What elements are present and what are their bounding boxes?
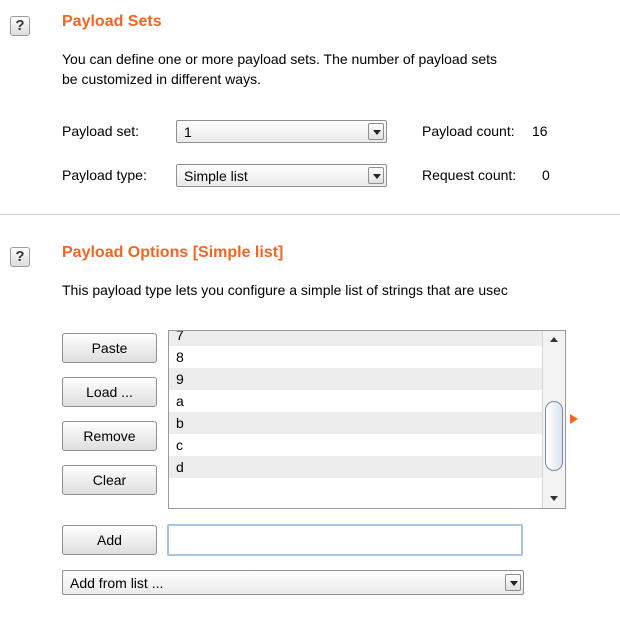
scrollbar-thumb[interactable] bbox=[545, 401, 563, 471]
dropdown-arrow-icon[interactable] bbox=[505, 574, 521, 591]
payload-list[interactable]: 7 8 9 a b c d bbox=[168, 330, 566, 509]
payload-options-description: This payload type lets you configure a s… bbox=[62, 282, 508, 298]
list-item[interactable]: 8 bbox=[169, 346, 542, 368]
payload-sets-description-line2: be customized in different ways. bbox=[62, 71, 261, 87]
payload-set-label: Payload set: bbox=[62, 123, 140, 139]
add-button[interactable]: Add bbox=[62, 525, 157, 555]
scroll-down-icon[interactable] bbox=[546, 492, 562, 506]
list-item[interactable]: a bbox=[169, 390, 542, 412]
list-item[interactable]: 7 bbox=[169, 331, 542, 346]
payload-type-value: Simple list bbox=[184, 168, 248, 184]
list-item[interactable]: b bbox=[169, 412, 542, 434]
payload-sets-title: Payload Sets bbox=[62, 13, 162, 30]
payload-set-value: 1 bbox=[184, 124, 192, 140]
section-divider bbox=[0, 214, 620, 215]
list-item[interactable]: d bbox=[169, 456, 542, 478]
payload-sets-description-line1: You can define one or more payload sets.… bbox=[62, 51, 498, 67]
clear-button[interactable]: Clear bbox=[62, 465, 157, 495]
help-icon[interactable]: ? bbox=[10, 247, 30, 267]
dropdown-arrow-icon[interactable] bbox=[368, 167, 384, 184]
list-item[interactable]: c bbox=[169, 434, 542, 456]
payload-set-select[interactable]: 1 bbox=[176, 120, 387, 143]
load-button[interactable]: Load ... bbox=[62, 377, 157, 407]
expand-arrow-icon[interactable] bbox=[570, 414, 578, 424]
request-count-label: Request count: bbox=[422, 167, 517, 183]
request-count-value: 0 bbox=[542, 167, 550, 183]
payload-count-label: Payload count: bbox=[422, 123, 515, 139]
payload-type-select[interactable]: Simple list bbox=[176, 164, 387, 187]
help-icon[interactable]: ? bbox=[10, 16, 30, 36]
dropdown-arrow-icon[interactable] bbox=[368, 123, 384, 140]
payload-type-label: Payload type: bbox=[62, 167, 147, 183]
remove-button[interactable]: Remove bbox=[62, 421, 157, 451]
scroll-up-icon[interactable] bbox=[546, 333, 562, 347]
list-scrollbar[interactable] bbox=[542, 331, 565, 508]
add-from-list-select[interactable]: Add from list ... bbox=[62, 570, 524, 595]
add-from-list-value: Add from list ... bbox=[70, 575, 164, 591]
payload-count-value: 16 bbox=[532, 123, 548, 139]
list-item[interactable]: 9 bbox=[169, 368, 542, 390]
payload-options-title: Payload Options [Simple list] bbox=[62, 244, 284, 261]
paste-button[interactable]: Paste bbox=[62, 333, 157, 363]
add-item-input[interactable] bbox=[167, 524, 523, 556]
